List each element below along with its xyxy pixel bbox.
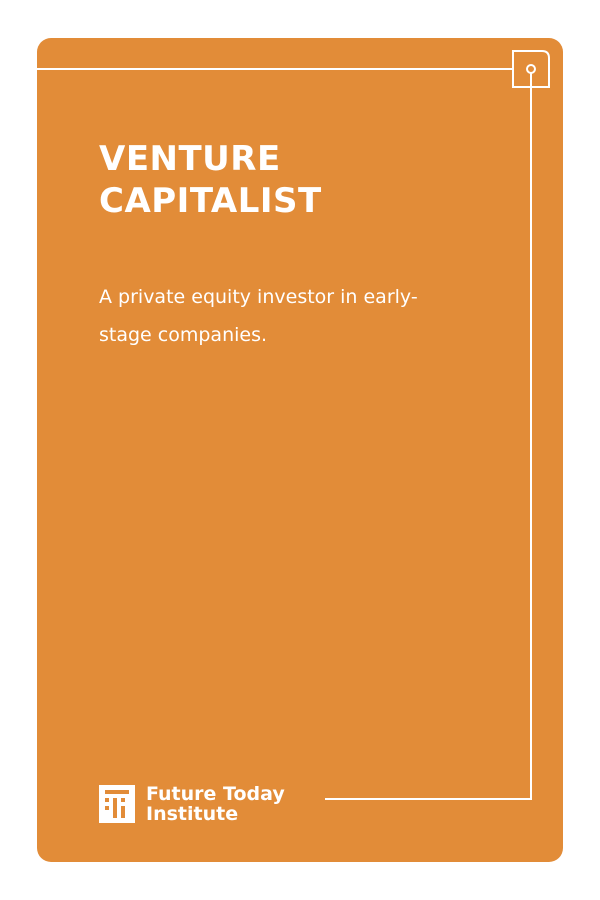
title-line-2: CAPITALIST [99,181,322,221]
future-today-institute-logo-icon [99,785,135,823]
card-title: VENTURE CAPITALIST [99,138,322,222]
brand-logo: Future Today Institute [99,784,285,824]
card-description: A private equity investor in early-stage… [99,286,418,346]
brand-name-line-1: Future Today [146,783,285,805]
corner-node-icon [512,50,550,88]
brand-name: Future Today Institute [146,784,285,824]
title-line-1: VENTURE [99,139,281,179]
card: VENTURE CAPITALIST A private equity inve… [37,38,563,862]
brand-name-line-2: Institute [146,803,239,825]
